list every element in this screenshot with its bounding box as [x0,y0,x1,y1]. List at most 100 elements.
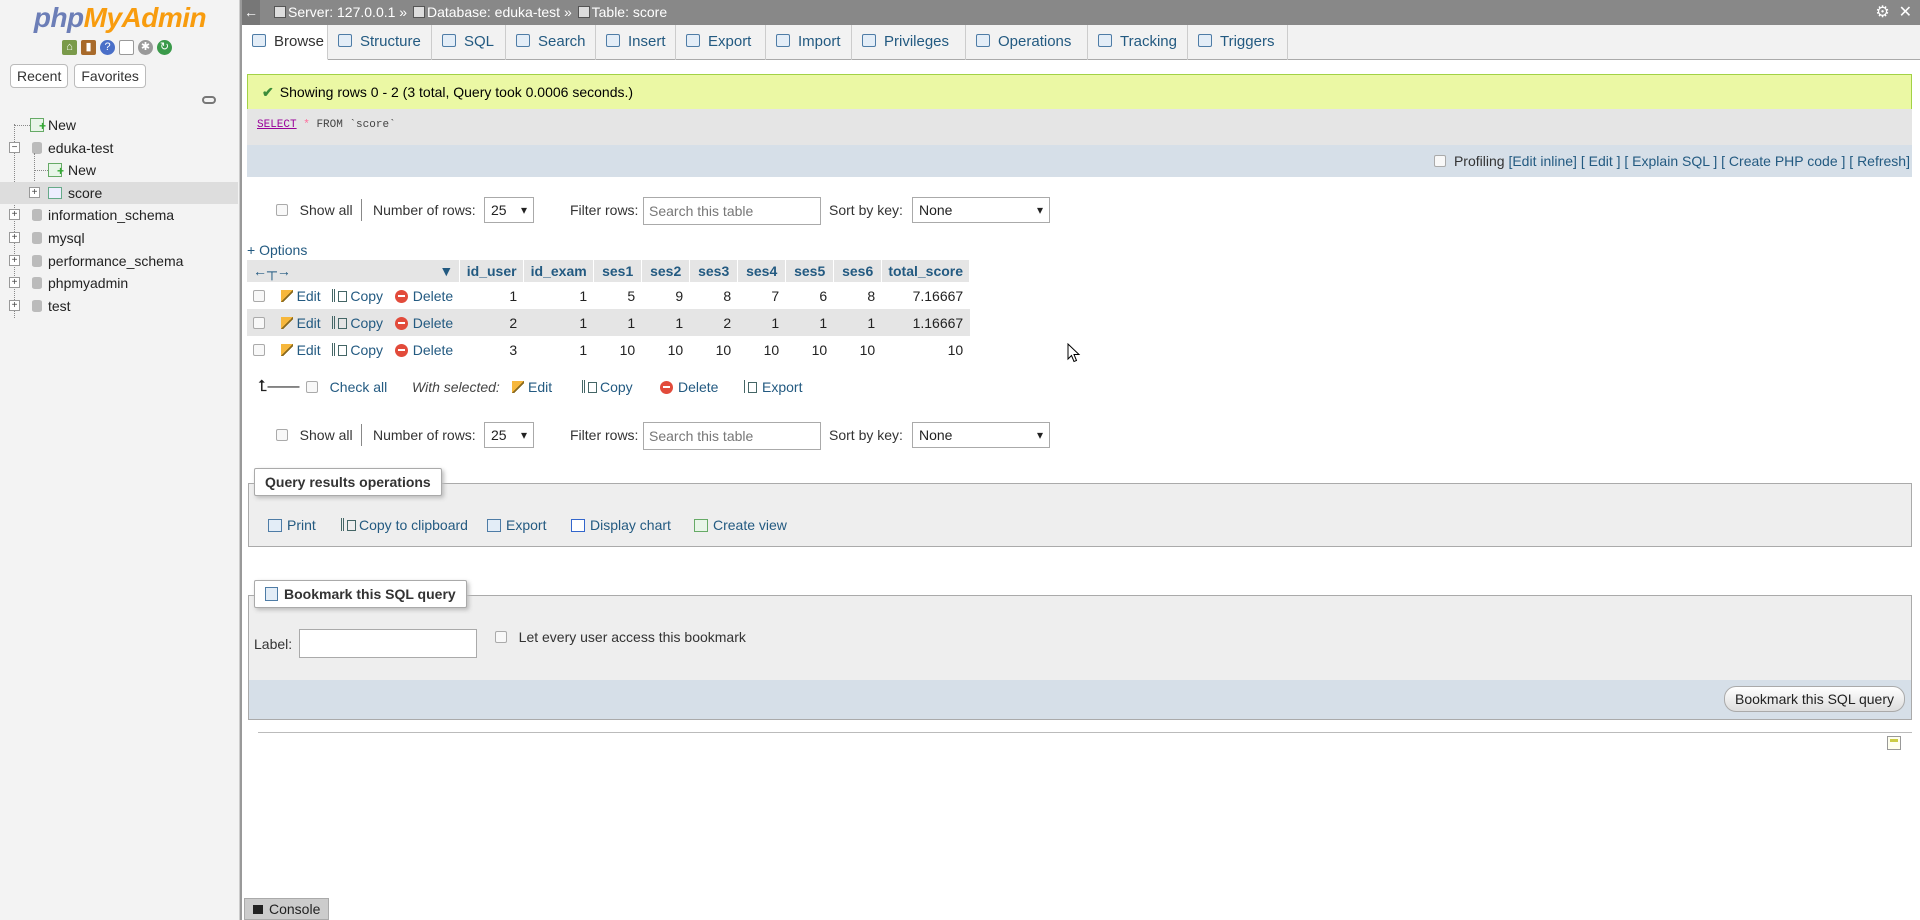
column-header[interactable]: id_exam [523,260,595,282]
tab-sql[interactable]: SQL [432,25,506,60]
cell[interactable]: 1 [641,309,690,336]
cell[interactable]: 10 [785,336,834,363]
row-checkbox[interactable] [253,343,265,356]
column-resize-controls[interactable]: ←┬→ ▼ [247,260,461,282]
bookmark-submit-button[interactable]: Bookmark this SQL query [1724,686,1905,712]
breadcrumb-database[interactable]: Database: eduka-test » [427,4,572,20]
tab-operations[interactable]: Operations [966,25,1088,60]
cell[interactable]: 1 [593,309,642,336]
row-delete-button[interactable]: Delete [394,342,453,358]
cell[interactable]: 10 [833,336,882,363]
sort-by-key-select[interactable]: None [912,422,1050,448]
copy-to-clipboard-link[interactable]: Copy to clipboard [341,517,468,533]
notepad-icon[interactable] [1887,736,1901,750]
cell[interactable]: 9 [641,282,690,309]
tree-item-information-schema[interactable]: + information_schema [0,204,238,227]
tree-item-eduka-test[interactable]: − eduka-test [0,137,238,160]
tab-export[interactable]: Export [676,25,766,60]
expand-icon[interactable]: + [29,186,40,198]
tree-item-performance-schema[interactable]: + performance_schema [0,250,238,273]
cell[interactable]: 8 [833,282,882,309]
home-icon[interactable]: ⌂ [62,40,77,55]
show-all-checkbox[interactable] [276,204,288,216]
cell[interactable]: 1 [523,282,594,309]
display-chart-link[interactable]: Display chart [571,517,671,533]
tab-import[interactable]: Import [766,25,852,60]
cell[interactable]: 10 [593,336,642,363]
settings-icon[interactable]: ⚙ [1875,4,1889,21]
options-link[interactable]: + Options [247,242,307,258]
tree-item-mysql[interactable]: + mysql [0,227,238,250]
cell[interactable]: 10 [737,336,786,363]
breadcrumb-table[interactable]: Table: score [592,4,667,20]
collapse-nav-icon[interactable]: ← [242,0,260,25]
cell[interactable]: 2 [689,309,738,336]
console-toggle[interactable]: Console [244,898,330,920]
row-delete-button[interactable]: Delete [394,288,453,304]
export-link[interactable]: Export [487,517,546,533]
refresh-link[interactable]: [ Refresh] [1849,153,1910,169]
sql-keyword-select[interactable]: SELECT [257,119,297,131]
filter-rows-input[interactable]: Search this table [643,422,821,450]
expand-icon[interactable]: + [9,299,20,311]
expand-icon[interactable]: + [9,231,20,243]
cell[interactable]: 10 [881,336,970,363]
phpmyadmin-logo[interactable]: phpMyAdmin [0,2,240,34]
cell[interactable]: 1 [523,309,594,336]
tab-search[interactable]: Search [506,25,596,60]
tree-item-eduka-test-new[interactable]: New [0,153,238,190]
expand-icon[interactable]: + [9,277,20,289]
cell[interactable]: 1.16667 [881,309,970,336]
selected-delete-button[interactable]: Delete [660,374,718,400]
row-checkbox[interactable] [253,289,265,302]
sql-query-display[interactable]: SELECT * FROM `score` [247,109,1912,145]
link-with-main-icon[interactable] [202,96,216,104]
column-header[interactable]: ses1 [593,260,643,282]
print-link[interactable]: Print [268,517,316,533]
profiling-checkbox[interactable] [1434,155,1447,167]
number-of-rows-select[interactable]: 25 [484,197,534,223]
column-header[interactable]: ses6 [833,260,883,282]
help-icon[interactable]: ? [100,40,115,55]
selected-copy-button[interactable]: Copy [582,374,633,400]
cell[interactable]: 1 [833,309,882,336]
column-header[interactable]: ses2 [641,260,691,282]
column-header[interactable]: ses4 [737,260,787,282]
row-copy-button[interactable]: Copy [332,315,383,331]
edit-link[interactable]: [ Edit ] [1581,153,1621,169]
row-delete-button[interactable]: Delete [394,315,453,331]
tab-browse[interactable]: Browse [242,25,328,60]
bookmark-shared-checkbox[interactable] [495,631,507,643]
column-header[interactable]: ses5 [785,260,835,282]
tab-tracking[interactable]: Tracking [1088,25,1188,60]
selected-edit-button[interactable]: Edit [512,374,552,400]
close-icon[interactable]: ✕ [1899,4,1912,21]
tree-item-score[interactable]: + score [0,181,238,205]
cell[interactable]: 5 [593,282,642,309]
column-header[interactable]: ses3 [689,260,739,282]
cell[interactable]: 1 [523,336,594,363]
cell[interactable]: 1 [737,309,786,336]
cell[interactable]: 10 [641,336,690,363]
cell[interactable]: 7 [737,282,786,309]
cell[interactable]: 10 [689,336,738,363]
cell[interactable]: 2 [459,309,524,336]
column-header[interactable]: id_user [459,260,525,282]
tree-item-new[interactable]: New [0,114,238,137]
row-edit-button[interactable]: Edit [280,315,321,331]
bookmark-shared-option[interactable]: Let every user access this bookmark [495,629,746,645]
explain-sql-link[interactable]: [ Explain SQL ] [1624,153,1717,169]
row-copy-button[interactable]: Copy [332,288,383,304]
tab-structure[interactable]: Structure [328,25,432,60]
row-edit-button[interactable]: Edit [280,288,321,304]
reload-icon[interactable]: ↻ [157,40,172,55]
recent-tab[interactable]: Recent [10,64,69,88]
row-copy-button[interactable]: Copy [332,342,383,358]
create-view-link[interactable]: Create view [694,517,787,533]
collapse-icon[interactable]: − [9,141,20,153]
row-edit-button[interactable]: Edit [280,342,321,358]
expand-icon[interactable]: + [9,209,20,221]
tab-insert[interactable]: Insert [596,25,676,60]
sort-by-key-select[interactable]: None [912,197,1050,223]
number-of-rows-select[interactable]: 25 [484,422,534,448]
